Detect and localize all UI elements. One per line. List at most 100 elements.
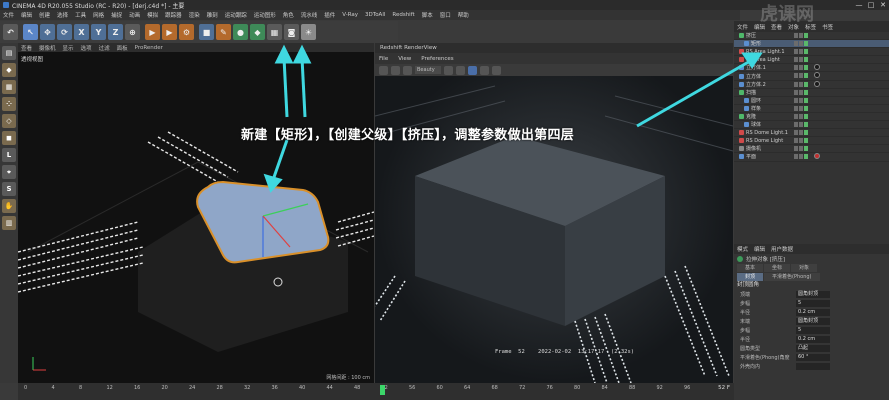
- tweak-mode-icon[interactable]: ⌖: [2, 165, 16, 179]
- object-row[interactable]: RS Area Light: [734, 56, 889, 65]
- lock-icon[interactable]: [492, 65, 501, 75]
- pen-spline-icon[interactable]: ✎: [216, 24, 231, 40]
- menu-item[interactable]: 编辑: [21, 11, 32, 19]
- object-row[interactable]: RS Area Light.1: [734, 48, 889, 57]
- menu-item[interactable]: 角色: [283, 11, 294, 19]
- object-row[interactable]: 摄像机: [734, 145, 889, 154]
- material-tag-icon[interactable]: [814, 80, 820, 87]
- edges-mode-icon[interactable]: ◇: [2, 114, 16, 128]
- texture-mode-icon[interactable]: ▦: [2, 80, 16, 94]
- visibility-flags[interactable]: [794, 41, 809, 47]
- move-tool-button[interactable]: ✥: [40, 24, 55, 40]
- attribute-value-field[interactable]: 圆角封顶: [796, 318, 830, 325]
- object-row[interactable]: 样条: [734, 105, 889, 113]
- object-row[interactable]: 圆环: [734, 97, 889, 105]
- attr-subtab-object[interactable]: 对象: [791, 264, 818, 272]
- menu-item[interactable]: 文件: [3, 11, 14, 19]
- viewport-menu-item[interactable]: ProRender: [135, 45, 163, 51]
- visibility-flags[interactable]: [794, 138, 809, 144]
- visibility-flags[interactable]: [794, 154, 809, 160]
- object-row[interactable]: 扫描: [734, 89, 889, 97]
- viewport-menu-item[interactable]: 过滤: [99, 44, 110, 52]
- axis-mode-icon[interactable]: L: [2, 148, 16, 162]
- object-row[interactable]: RS Dome Light.1: [734, 129, 889, 138]
- attr-tab-edit[interactable]: 编辑: [754, 245, 765, 253]
- deformer-icon[interactable]: ◆: [250, 24, 265, 40]
- refresh-render-icon[interactable]: [403, 65, 412, 75]
- timeline-playhead[interactable]: [379, 385, 385, 395]
- material-tag-icon[interactable]: [814, 153, 820, 160]
- attribute-value-field[interactable]: 凸起: [796, 345, 830, 352]
- rv-menu-preferences[interactable]: Preferences: [421, 56, 453, 62]
- rv-menu-file[interactable]: File: [379, 56, 388, 62]
- viewport-menu-item[interactable]: 显示: [63, 44, 74, 52]
- attr-subtab-coord[interactable]: 坐标: [764, 264, 791, 272]
- object-row[interactable]: 立方体.1: [734, 64, 889, 73]
- visibility-flags[interactable]: [794, 33, 809, 38]
- attribute-value-field[interactable]: 0.2 cm: [796, 309, 830, 316]
- menu-item[interactable]: 雕刻: [207, 11, 218, 19]
- visibility-flags[interactable]: [794, 97, 809, 103]
- object-row[interactable]: 平面: [734, 153, 889, 162]
- z-axis-button[interactable]: Z: [108, 24, 123, 40]
- object-manager-tab[interactable]: 文件: [737, 23, 748, 31]
- workplane-icon[interactable]: ▥: [2, 216, 16, 230]
- menu-item[interactable]: 网格: [93, 11, 104, 19]
- visibility-flags[interactable]: [794, 130, 809, 136]
- snap-icon[interactable]: S: [2, 182, 16, 196]
- menu-item[interactable]: 选择: [57, 11, 68, 19]
- rv-menu-view[interactable]: View: [398, 56, 411, 62]
- menu-item[interactable]: 跟踪器: [165, 11, 182, 19]
- viewport-menu-item[interactable]: 面板: [117, 44, 128, 52]
- visibility-flags[interactable]: [794, 81, 809, 87]
- y-axis-button[interactable]: Y: [91, 24, 106, 40]
- visibility-flags[interactable]: [794, 89, 809, 95]
- menu-item[interactable]: 工具: [75, 11, 86, 19]
- menu-item[interactable]: 捕捉: [111, 11, 122, 19]
- visibility-flags[interactable]: [794, 73, 809, 79]
- viewport-menu-item[interactable]: 查看: [21, 44, 32, 52]
- menu-item[interactable]: 帮助: [458, 11, 469, 19]
- attribute-value-field[interactable]: 60 °: [796, 354, 830, 361]
- menu-item[interactable]: 流水线: [301, 11, 318, 19]
- compare-icon[interactable]: [456, 65, 465, 75]
- object-row[interactable]: 矩形: [734, 40, 889, 49]
- object-row[interactable]: 挤压: [734, 32, 889, 41]
- stop-render-icon[interactable]: [379, 65, 388, 75]
- aov-preset-select[interactable]: Beauty: [415, 66, 441, 74]
- menu-item[interactable]: 渲染: [189, 11, 200, 19]
- visibility-flags[interactable]: [794, 65, 809, 71]
- attr-tab-mode[interactable]: 模式: [737, 245, 748, 253]
- bucket-icon[interactable]: [480, 65, 489, 75]
- attribute-value-field[interactable]: [796, 363, 830, 370]
- menu-item[interactable]: 模拟: [147, 11, 158, 19]
- menu-item[interactable]: 窗口: [440, 11, 451, 19]
- undo-icon[interactable]: ↶: [3, 24, 18, 40]
- attr-subtab-caps[interactable]: 封顶: [737, 273, 764, 281]
- viewport-menu-item[interactable]: 选项: [81, 44, 92, 52]
- model-mode-icon[interactable]: ◆: [2, 63, 16, 77]
- attribute-value-field[interactable]: 5: [796, 300, 830, 307]
- menu-item[interactable]: Redshift: [392, 12, 414, 18]
- coordinate-system-button[interactable]: ⊕: [125, 24, 140, 40]
- object-row[interactable]: 克隆: [734, 113, 889, 122]
- sculpt-icon[interactable]: ✋: [2, 199, 16, 213]
- viewport-menu-item[interactable]: 摄像机: [39, 44, 56, 52]
- attribute-value-field[interactable]: 0.2 cm: [796, 336, 830, 343]
- visibility-flags[interactable]: [794, 57, 809, 63]
- visibility-flags[interactable]: [794, 146, 809, 152]
- menu-item[interactable]: 脚本: [422, 11, 433, 19]
- visibility-flags[interactable]: [794, 113, 809, 119]
- attribute-value-field[interactable]: 圆角封顶: [796, 291, 830, 298]
- menu-item[interactable]: 运动跟踪: [225, 11, 247, 19]
- menu-item[interactable]: V-Ray: [342, 12, 358, 18]
- light-icon[interactable]: ☀: [301, 24, 316, 40]
- snapshot-icon[interactable]: [444, 65, 453, 75]
- visibility-flags[interactable]: [794, 105, 809, 111]
- object-row[interactable]: 立方体.2: [734, 80, 889, 89]
- visibility-flags[interactable]: [794, 122, 809, 128]
- rotate-tool-button[interactable]: ⟳: [57, 24, 72, 40]
- object-row[interactable]: RS Dome Light: [734, 137, 889, 146]
- points-mode-icon[interactable]: ⁘: [2, 97, 16, 111]
- object-row[interactable]: 球体: [734, 121, 889, 130]
